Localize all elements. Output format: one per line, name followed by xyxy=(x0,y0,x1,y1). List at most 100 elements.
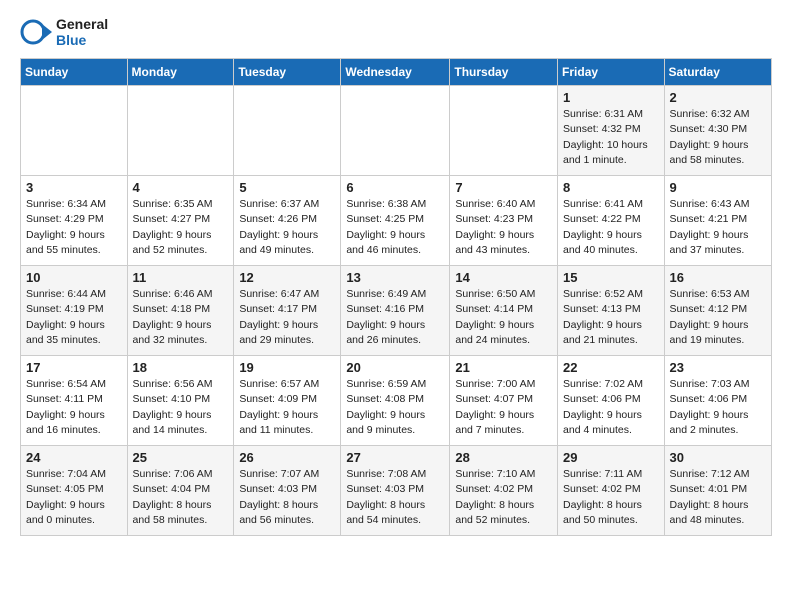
day-info: Sunrise: 7:03 AMSunset: 4:06 PMDaylight:… xyxy=(670,377,766,438)
calendar-week-4: 24 Sunrise: 7:04 AMSunset: 4:05 PMDayligh… xyxy=(21,446,772,536)
day-info: Sunrise: 6:32 AMSunset: 4:30 PMDaylight:… xyxy=(670,107,766,168)
day-number: 14 xyxy=(455,270,552,285)
day-info: Sunrise: 6:57 AMSunset: 4:09 PMDaylight:… xyxy=(239,377,335,438)
day-number: 16 xyxy=(670,270,766,285)
day-header-tuesday: Tuesday xyxy=(234,59,341,86)
day-info: Sunrise: 6:56 AMSunset: 4:10 PMDaylight:… xyxy=(133,377,229,438)
day-info: Sunrise: 6:41 AMSunset: 4:22 PMDaylight:… xyxy=(563,197,659,258)
logo-svg xyxy=(20,16,52,48)
calendar-cell: 18 Sunrise: 6:56 AMSunset: 4:10 PMDayligh… xyxy=(127,356,234,446)
calendar-cell: 26Sunrise: 7:07 AMSunset: 4:03 PMDayligh… xyxy=(234,446,341,536)
day-number: 1 xyxy=(563,90,659,105)
day-number: 12 xyxy=(239,270,335,285)
day-number: 24 xyxy=(26,450,122,465)
day-number: 22 xyxy=(563,360,659,375)
day-number: 27 xyxy=(346,450,444,465)
calendar-cell: 4 Sunrise: 6:35 AMSunset: 4:27 PMDaylight… xyxy=(127,176,234,266)
day-number: 3 xyxy=(26,180,122,195)
day-number: 28 xyxy=(455,450,552,465)
calendar-cell xyxy=(450,86,558,176)
calendar-cell: 30 Sunrise: 7:12 AMSunset: 4:01 PMDayligh… xyxy=(664,446,771,536)
day-number: 18 xyxy=(133,360,229,375)
calendar-cell: 9 Sunrise: 6:43 AMSunset: 4:21 PMDaylight… xyxy=(664,176,771,266)
day-number: 29 xyxy=(563,450,659,465)
calendar-cell: 11 Sunrise: 6:46 AMSunset: 4:18 PMDayligh… xyxy=(127,266,234,356)
logo-container: General Blue xyxy=(20,16,108,48)
calendar-table: SundayMondayTuesdayWednesdayThursdayFrid… xyxy=(20,58,772,536)
calendar-header-row: SundayMondayTuesdayWednesdayThursdayFrid… xyxy=(21,59,772,86)
day-header-wednesday: Wednesday xyxy=(341,59,450,86)
day-number: 23 xyxy=(670,360,766,375)
day-number: 25 xyxy=(133,450,229,465)
calendar-cell xyxy=(234,86,341,176)
calendar-week-0: 1 Sunrise: 6:31 AMSunset: 4:32 PMDaylight… xyxy=(21,86,772,176)
day-number: 17 xyxy=(26,360,122,375)
day-number: 30 xyxy=(670,450,766,465)
logo-general: General xyxy=(56,16,108,32)
day-info: Sunrise: 6:43 AMSunset: 4:21 PMDaylight:… xyxy=(670,197,766,258)
day-number: 20 xyxy=(346,360,444,375)
day-info: Sunrise: 6:35 AMSunset: 4:27 PMDaylight:… xyxy=(133,197,229,258)
calendar-cell: 10Sunrise: 6:44 AMSunset: 4:19 PMDayligh… xyxy=(21,266,128,356)
calendar-cell: 7Sunrise: 6:40 AMSunset: 4:23 PMDaylight… xyxy=(450,176,558,266)
day-info: Sunrise: 7:10 AMSunset: 4:02 PMDaylight:… xyxy=(455,467,552,528)
calendar-cell: 19 Sunrise: 6:57 AMSunset: 4:09 PMDayligh… xyxy=(234,356,341,446)
calendar-cell: 28 Sunrise: 7:10 AMSunset: 4:02 PMDayligh… xyxy=(450,446,558,536)
calendar-cell xyxy=(21,86,128,176)
day-info: Sunrise: 7:04 AMSunset: 4:05 PMDaylight:… xyxy=(26,467,122,528)
day-info: Sunrise: 6:40 AMSunset: 4:23 PMDaylight:… xyxy=(455,197,552,258)
day-number: 4 xyxy=(133,180,229,195)
day-number: 8 xyxy=(563,180,659,195)
day-header-sunday: Sunday xyxy=(21,59,128,86)
day-header-thursday: Thursday xyxy=(450,59,558,86)
day-info: Sunrise: 6:46 AMSunset: 4:18 PMDaylight:… xyxy=(133,287,229,348)
day-number: 9 xyxy=(670,180,766,195)
day-number: 13 xyxy=(346,270,444,285)
day-info: Sunrise: 6:47 AMSunset: 4:17 PMDaylight:… xyxy=(239,287,335,348)
logo-blue: Blue xyxy=(56,32,108,48)
calendar-cell xyxy=(341,86,450,176)
day-info: Sunrise: 6:52 AMSunset: 4:13 PMDaylight:… xyxy=(563,287,659,348)
day-info: Sunrise: 6:31 AMSunset: 4:32 PMDaylight:… xyxy=(563,107,659,168)
calendar-cell: 21 Sunrise: 7:00 AMSunset: 4:07 PMDayligh… xyxy=(450,356,558,446)
day-info: Sunrise: 6:49 AMSunset: 4:16 PMDaylight:… xyxy=(346,287,444,348)
calendar-week-2: 10Sunrise: 6:44 AMSunset: 4:19 PMDayligh… xyxy=(21,266,772,356)
day-info: Sunrise: 7:11 AMSunset: 4:02 PMDaylight:… xyxy=(563,467,659,528)
calendar-cell: 3 Sunrise: 6:34 AMSunset: 4:29 PMDaylight… xyxy=(21,176,128,266)
day-number: 10 xyxy=(26,270,122,285)
calendar-cell: 8 Sunrise: 6:41 AMSunset: 4:22 PMDaylight… xyxy=(558,176,665,266)
day-header-friday: Friday xyxy=(558,59,665,86)
day-info: Sunrise: 6:37 AMSunset: 4:26 PMDaylight:… xyxy=(239,197,335,258)
calendar-cell: 12 Sunrise: 6:47 AMSunset: 4:17 PMDayligh… xyxy=(234,266,341,356)
day-number: 15 xyxy=(563,270,659,285)
calendar-week-3: 17 Sunrise: 6:54 AMSunset: 4:11 PMDayligh… xyxy=(21,356,772,446)
calendar-cell: 27Sunrise: 7:08 AMSunset: 4:03 PMDayligh… xyxy=(341,446,450,536)
day-number: 26 xyxy=(239,450,335,465)
calendar-cell: 20Sunrise: 6:59 AMSunset: 4:08 PMDayligh… xyxy=(341,356,450,446)
header: General Blue xyxy=(20,16,772,48)
day-number: 6 xyxy=(346,180,444,195)
day-info: Sunrise: 6:54 AMSunset: 4:11 PMDaylight:… xyxy=(26,377,122,438)
calendar-cell: 15 Sunrise: 6:52 AMSunset: 4:13 PMDayligh… xyxy=(558,266,665,356)
day-info: Sunrise: 7:12 AMSunset: 4:01 PMDaylight:… xyxy=(670,467,766,528)
day-info: Sunrise: 6:38 AMSunset: 4:25 PMDaylight:… xyxy=(346,197,444,258)
day-number: 19 xyxy=(239,360,335,375)
day-info: Sunrise: 7:00 AMSunset: 4:07 PMDaylight:… xyxy=(455,377,552,438)
day-number: 11 xyxy=(133,270,229,285)
calendar-cell: 25Sunrise: 7:06 AMSunset: 4:04 PMDayligh… xyxy=(127,446,234,536)
calendar-cell: 23 Sunrise: 7:03 AMSunset: 4:06 PMDayligh… xyxy=(664,356,771,446)
calendar-cell: 6 Sunrise: 6:38 AMSunset: 4:25 PMDaylight… xyxy=(341,176,450,266)
calendar-cell: 13 Sunrise: 6:49 AMSunset: 4:16 PMDayligh… xyxy=(341,266,450,356)
day-header-monday: Monday xyxy=(127,59,234,86)
page: General Blue SundayMondayTuesdayWednesda… xyxy=(0,0,792,546)
calendar-cell: 22Sunrise: 7:02 AMSunset: 4:06 PMDayligh… xyxy=(558,356,665,446)
calendar-cell: 17 Sunrise: 6:54 AMSunset: 4:11 PMDayligh… xyxy=(21,356,128,446)
day-number: 21 xyxy=(455,360,552,375)
calendar-cell: 29 Sunrise: 7:11 AMSunset: 4:02 PMDayligh… xyxy=(558,446,665,536)
calendar-cell: 14 Sunrise: 6:50 AMSunset: 4:14 PMDayligh… xyxy=(450,266,558,356)
calendar-cell: 2 Sunrise: 6:32 AMSunset: 4:30 PMDaylight… xyxy=(664,86,771,176)
day-number: 2 xyxy=(670,90,766,105)
day-info: Sunrise: 6:34 AMSunset: 4:29 PMDaylight:… xyxy=(26,197,122,258)
day-info: Sunrise: 6:50 AMSunset: 4:14 PMDaylight:… xyxy=(455,287,552,348)
day-header-saturday: Saturday xyxy=(664,59,771,86)
